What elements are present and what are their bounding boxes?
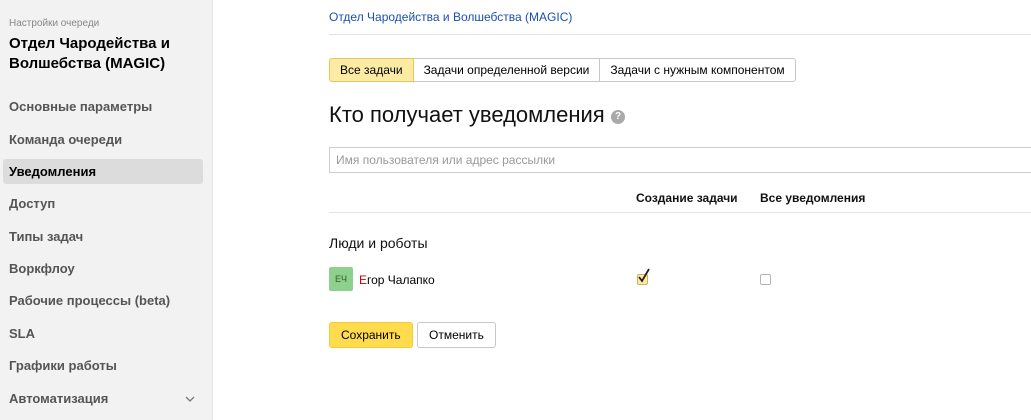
create-task-checkbox[interactable] [637, 268, 650, 285]
all-notifications-checkbox[interactable] [760, 274, 771, 285]
breadcrumb[interactable]: Отдел Чародейства и Волшебства (MAGIC) [329, 10, 572, 24]
sidebar-item-work-schedules[interactable]: Графики работы [3, 353, 203, 378]
page-title: Кто получает уведомления [329, 102, 605, 127]
sidebar-item-workflow[interactable]: Воркфлоу [3, 256, 203, 281]
save-button[interactable]: Сохранить [329, 322, 413, 348]
chevron-down-icon [185, 396, 195, 402]
sidebar-item-work-processes[interactable]: Рабочие процессы (beta) [3, 288, 203, 313]
sidebar-caption: Настройки очереди [9, 18, 100, 29]
column-header-create-task: Создание задачи [636, 191, 738, 205]
avatar: ЕЧ [329, 267, 353, 291]
sidebar-item-sla[interactable]: SLA [3, 321, 203, 346]
help-icon[interactable]: ? [611, 110, 625, 124]
tab-component-tasks[interactable]: Задачи с нужным компонентом [599, 58, 796, 82]
sidebar-item-access[interactable]: Доступ [3, 191, 203, 216]
cancel-button[interactable]: Отменить [417, 322, 496, 348]
user-name-rest: гор Чалапко [367, 273, 435, 287]
sidebar: Настройки очереди Отдел Чародейства и Во… [0, 0, 213, 420]
queue-title: Отдел Чародейства и Волшебства (MAGIC) [9, 35, 170, 72]
column-header-all-notifications: Все уведомления [760, 191, 866, 205]
checkmark-icon [638, 268, 650, 283]
sidebar-item-main-params[interactable]: Основные параметры [3, 94, 203, 119]
sidebar-item-queue-team[interactable]: Команда очереди [3, 127, 203, 152]
sidebar-item-automation[interactable]: Автоматизация [3, 386, 203, 411]
sidebar-item-task-types[interactable]: Типы задач [3, 224, 203, 249]
header-divider [329, 34, 1031, 35]
sidebar-item-notifications[interactable]: Уведомления [3, 159, 203, 184]
main-content: Отдел Чародейства и Волшебства (MAGIC) В… [213, 0, 1031, 420]
tab-all-tasks[interactable]: Все задачи [329, 58, 414, 82]
user-name-first-letter: Е [359, 273, 368, 287]
table-divider [329, 212, 1031, 213]
tabs: Все задачи Задачи определенной версии За… [329, 58, 796, 82]
search-input[interactable] [329, 147, 1031, 173]
tab-version-tasks[interactable]: Задачи определенной версии [412, 58, 601, 82]
sidebar-item-automation-label: Автоматизация [9, 391, 109, 406]
user-name-link[interactable]: Егор Чалапко [359, 273, 435, 287]
section-title: Люди и роботы [329, 235, 428, 251]
